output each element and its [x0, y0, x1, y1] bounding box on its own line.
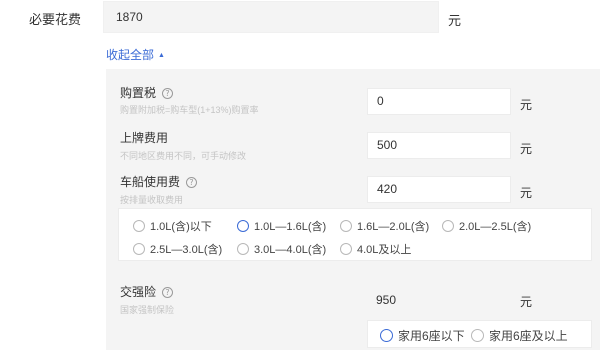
required-cost-unit: 元: [448, 13, 462, 28]
radio-icon: [133, 220, 145, 232]
displacement-option[interactable]: 3.0L—4.0L(含): [237, 241, 326, 257]
help-icon[interactable]: ?: [186, 177, 198, 188]
license-fee-label-text: 上牌费用: [120, 131, 169, 145]
vehicle-tax-desc: 按排量收取费用: [120, 195, 184, 205]
displacement-option[interactable]: 2.0L—2.5L(含): [442, 218, 531, 234]
license-fee-unit: 元: [520, 142, 533, 156]
radio-icon: [133, 243, 145, 255]
seat-option[interactable]: 家用6座及以上: [471, 327, 568, 344]
collapse-all-label: 收起全部: [106, 48, 155, 62]
seat-option-selected[interactable]: 家用6座以下: [380, 327, 465, 344]
compulsory-insurance-value: 950: [376, 293, 397, 307]
radio-icon: [237, 243, 249, 255]
license-fee-input[interactable]: 500: [367, 132, 511, 159]
radio-selected-icon: [380, 329, 393, 342]
displacement-option-label: 4.0L及以上: [357, 244, 412, 256]
compulsory-insurance-desc: 国家强制保险: [120, 305, 175, 315]
caret-up-icon: ▲: [158, 52, 165, 59]
displacement-option[interactable]: 2.5L—3.0L(含): [133, 241, 222, 257]
purchase-tax-label: 购置税?: [120, 84, 174, 101]
collapse-all-toggle[interactable]: 收起全部 ▲: [106, 46, 165, 63]
radio-icon: [471, 329, 484, 342]
displacement-option[interactable]: 1.6L—2.0L(含): [340, 218, 429, 234]
displacement-option-label: 2.5L—3.0L(含): [150, 244, 223, 256]
purchase-tax-input[interactable]: 0: [367, 88, 511, 115]
license-fee-desc: 不同地区费用不同，可手动修改: [120, 151, 247, 161]
seat-option-label: 家用6座及以上: [489, 329, 568, 343]
purchase-tax-desc: 购置附加税=购车型(1+13%)购置率: [120, 105, 259, 115]
vehicle-tax-input[interactable]: 420: [367, 176, 511, 203]
displacement-option-label: 1.0L—1.6L(含): [254, 221, 327, 233]
purchase-tax-unit: 元: [520, 98, 533, 112]
displacement-option-label: 2.0L—2.5L(含): [459, 221, 532, 233]
displacement-option[interactable]: 4.0L及以上: [340, 241, 411, 257]
radio-icon: [442, 220, 454, 232]
displacement-option-label: 3.0L—4.0L(含): [254, 244, 327, 256]
seat-option-label: 家用6座以下: [398, 329, 465, 343]
compulsory-insurance-label-text: 交强险: [120, 285, 157, 299]
displacement-option-label: 1.0L(含)以下: [150, 221, 212, 233]
purchase-tax-label-text: 购置税: [120, 86, 157, 100]
vehicle-tax-label: 车船使用费?: [120, 173, 198, 190]
displacement-option-label: 1.6L—2.0L(含): [357, 221, 430, 233]
vehicle-tax-unit: 元: [520, 186, 533, 200]
radio-selected-icon: [237, 220, 249, 232]
radio-icon: [340, 220, 352, 232]
displacement-option[interactable]: 1.0L(含)以下: [133, 218, 212, 234]
help-icon[interactable]: ?: [162, 88, 174, 99]
compulsory-insurance-label: 交强险?: [120, 283, 174, 300]
compulsory-insurance-unit: 元: [520, 295, 533, 309]
radio-icon: [340, 243, 352, 255]
vehicle-tax-label-text: 车船使用费: [120, 175, 181, 189]
help-icon[interactable]: ?: [162, 287, 174, 298]
required-cost-input[interactable]: 1870: [103, 1, 439, 33]
displacement-option-selected[interactable]: 1.0L—1.6L(含): [237, 218, 326, 234]
license-fee-label: 上牌费用: [120, 129, 168, 146]
required-cost-label: 必要花费: [29, 12, 82, 27]
